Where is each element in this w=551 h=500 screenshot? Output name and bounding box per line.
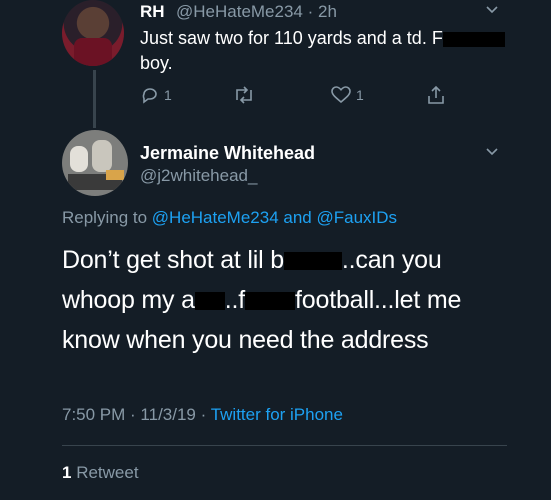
avatar-jersey — [74, 38, 112, 66]
redaction-box — [283, 252, 342, 271]
tweet-text-part: Don’t get shot at lil b — [62, 246, 284, 274]
author-name[interactable]: Jermaine Whitehead — [140, 143, 315, 164]
tweet-text-part: know when you need the address — [62, 326, 429, 354]
tweet-meta: 7:50 PM · 11/3/19 · Twitter for iPhone — [62, 405, 343, 425]
tweet-text-part: whoop my a — [62, 286, 195, 314]
tweet-text-part: ..can you — [341, 246, 442, 274]
like-button[interactable]: 1 — [330, 84, 364, 106]
tweet-text-part: ..f — [224, 286, 246, 314]
share-icon — [428, 85, 444, 104]
author-handle: @j2whitehead_ — [140, 166, 258, 185]
tweet-text: Don’t get shot at lil b ..can you whoop m… — [62, 240, 512, 360]
redaction-box — [245, 292, 296, 311]
mention-link[interactable]: @FauxIDs — [316, 208, 397, 227]
chevron-down-icon[interactable] — [486, 4, 498, 16]
author-handle-time: @HeHateMe234 · 2h — [176, 2, 337, 21]
replying-to-label: Replying to — [62, 208, 152, 227]
replying-to: Replying to @HeHateMe234 and @FauxIDs — [62, 208, 397, 228]
tweet-text: Just saw two for 110 yards and a td. F b… — [140, 26, 520, 76]
divider — [62, 445, 507, 446]
thread-connector-line — [93, 70, 96, 128]
reply-count: 1 — [164, 87, 172, 103]
like-count: 1 — [356, 87, 364, 103]
avatar-figure — [70, 146, 88, 172]
retweet-label: Retweet — [71, 463, 139, 482]
tweet-text-part: Just saw two for 110 yards and a td. F — [140, 28, 443, 48]
retweet-icon — [236, 86, 252, 104]
avatar[interactable] — [62, 0, 124, 66]
avatar-figure — [106, 170, 124, 180]
reply-button[interactable]: 1 — [140, 84, 172, 106]
redaction-box — [442, 31, 505, 47]
retweet-stats[interactable]: 1 Retweet — [62, 463, 139, 483]
retweet-button[interactable] — [232, 84, 256, 106]
tweet-text-part: football...let me — [295, 286, 462, 314]
timestamp: 7:50 PM · 11/3/19 · — [62, 405, 211, 424]
chevron-down-icon[interactable] — [486, 146, 498, 158]
tweet-text-part: boy. — [140, 53, 173, 73]
avatar[interactable] — [62, 130, 128, 196]
reply-icon — [142, 88, 157, 104]
share-button[interactable] — [426, 84, 446, 106]
author-name[interactable]: RH — [140, 2, 165, 22]
replying-to-and: and — [278, 208, 317, 227]
mention-link[interactable]: @HeHateMe234 — [152, 208, 279, 227]
redaction-box — [194, 292, 225, 311]
avatar-figure — [92, 140, 112, 172]
heart-icon — [331, 86, 351, 104]
source-link[interactable]: Twitter for iPhone — [211, 405, 343, 424]
